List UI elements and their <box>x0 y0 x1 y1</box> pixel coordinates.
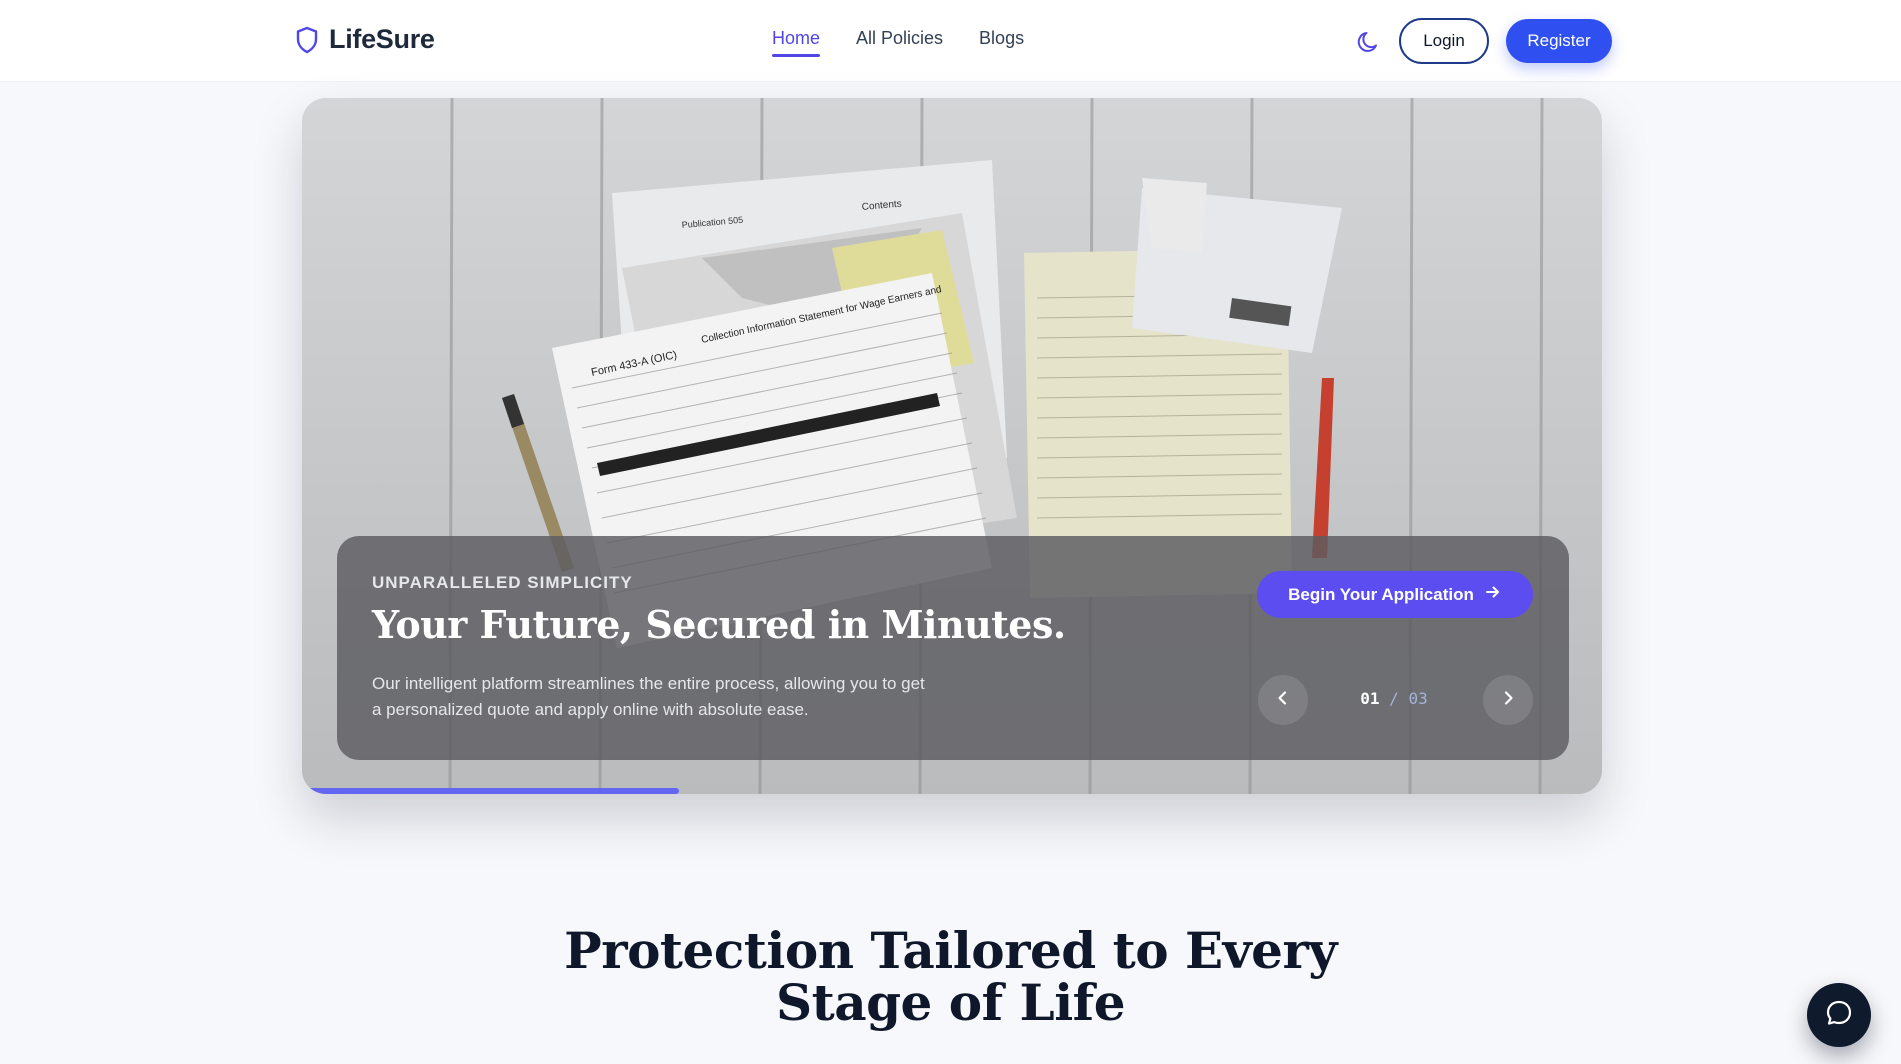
shield-icon <box>295 26 319 54</box>
chevron-right-icon <box>1499 689 1517 712</box>
hero-description: Our intelligent platform streamlines the… <box>372 674 925 719</box>
next-slide-button[interactable] <box>1483 675 1533 725</box>
nav-link-blogs[interactable]: Blogs <box>979 28 1024 55</box>
prev-slide-button[interactable] <box>1258 675 1308 725</box>
nav-link-all-policies[interactable]: All Policies <box>856 28 943 55</box>
cta-label: Begin Your Application <box>1288 584 1474 604</box>
top-navbar: LifeSure Home All Policies Blogs Login R… <box>0 0 1901 81</box>
slide-total: 03 <box>1408 689 1428 708</box>
nav-link-home[interactable]: Home <box>772 28 821 57</box>
brand-name: LifeSure <box>329 24 435 54</box>
chat-button[interactable] <box>1807 983 1871 1047</box>
chat-bubble-icon <box>1824 998 1854 1033</box>
section-heading: Protection Tailored to Every Stage of Li… <box>0 925 1901 1029</box>
brand-logo[interactable]: LifeSure <box>295 24 435 55</box>
section-heading-line-2: Stage of Life <box>775 973 1126 1032</box>
hero-caption-panel: UNPARALLELED SIMPLICITY Your Future, Sec… <box>337 536 1569 760</box>
slide-counter: 01 / 03 <box>1324 689 1464 708</box>
slide-controls: 01 / 03 <box>1258 675 1533 725</box>
slide-progress-track <box>302 788 1602 794</box>
section-heading-line-1: Protection Tailored to Every <box>564 921 1337 980</box>
chevron-left-icon <box>1274 689 1292 712</box>
hero-eyebrow: UNPARALLELED SIMPLICITY <box>372 573 633 592</box>
login-button[interactable]: Login <box>1399 18 1489 64</box>
register-button[interactable]: Register <box>1506 19 1612 63</box>
main-nav: Home All Policies Blogs <box>772 28 1024 57</box>
slide-current: 01 <box>1360 689 1380 708</box>
arrow-right-icon <box>1484 583 1502 606</box>
begin-application-button[interactable]: Begin Your Application <box>1257 571 1533 618</box>
moon-icon[interactable] <box>1354 28 1382 56</box>
hero-title: Your Future, Secured in Minutes. <box>372 602 1066 647</box>
slide-progress-fill <box>302 788 679 794</box>
hero-carousel: Publication 505 Contents Form 433-A (OIC… <box>302 98 1602 794</box>
slide-separator: / <box>1389 689 1399 708</box>
